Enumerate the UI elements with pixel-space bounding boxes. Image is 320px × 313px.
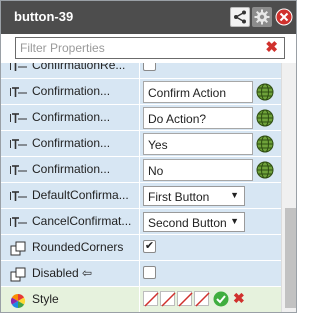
property-label: Confirmation... [32, 110, 111, 124]
text-property-icon [10, 63, 28, 73]
filter-properties-input[interactable] [20, 40, 260, 56]
color-wheel-icon [10, 293, 28, 309]
property-row: Disabled ⇦ [1, 261, 281, 287]
property-checkbox[interactable] [143, 266, 156, 279]
property-value: Second Button ▼ [141, 209, 281, 234]
close-panel-button[interactable] [274, 7, 294, 27]
property-list-scrollbar[interactable] [281, 63, 296, 312]
property-text-input[interactable]: Do Action? [143, 107, 253, 129]
property-row: Confirmation... Yes [1, 131, 281, 157]
property-text-input[interactable]: Yes [143, 133, 253, 155]
property-row: Confirmation... Do Action? [1, 105, 281, 131]
gear-icon [254, 9, 270, 25]
property-row: DefaultConfirma... First Button ▼ [1, 183, 281, 209]
property-label: DefaultConfirma... [32, 188, 129, 202]
property-value: ✔ [141, 235, 281, 260]
text-property-icon [10, 215, 28, 229]
property-row: CancelConfirmat... Second Button ▼ [1, 209, 281, 235]
column-divider [139, 79, 140, 104]
text-property-icon [10, 189, 28, 203]
style-swatch[interactable] [177, 291, 193, 307]
properties-panel: button-39 Filter Properties ✖ Confirmati… [0, 0, 297, 313]
property-checkbox[interactable]: ✔ [143, 240, 156, 253]
column-divider [139, 157, 140, 182]
property-label: Confirmation... [32, 162, 111, 176]
text-property-icon [10, 137, 28, 151]
property-value: Do Action? [141, 105, 281, 130]
property-label: Disabled ⇦ [32, 266, 93, 280]
column-divider [139, 131, 140, 156]
property-value: Yes [141, 131, 281, 156]
scrollbar-thumb[interactable] [285, 208, 296, 308]
style-swatch[interactable] [160, 291, 176, 307]
globe-icon[interactable] [256, 161, 274, 179]
column-divider [139, 261, 140, 286]
property-value: Confirm Action [141, 79, 281, 104]
apply-style-icon[interactable] [213, 291, 229, 307]
share-icon [234, 10, 246, 24]
property-label: Confirmation... [32, 136, 111, 150]
property-value [141, 261, 281, 286]
column-divider [139, 183, 140, 208]
property-row: ConfirmationRe... [1, 63, 281, 79]
text-property-icon [10, 163, 28, 177]
property-row: Confirmation... No [1, 157, 281, 183]
property-text-input[interactable]: No [143, 159, 253, 181]
globe-icon[interactable] [256, 109, 274, 127]
style-swatch[interactable] [194, 291, 210, 307]
clear-style-icon[interactable]: ✖ [233, 290, 245, 307]
property-value [141, 63, 281, 78]
chevron-down-icon: ▼ [230, 216, 239, 226]
text-property-icon [10, 111, 28, 125]
property-list: ConfirmationRe... Confirmation... Confirm … [1, 63, 281, 312]
property-select[interactable]: Second Button ▼ [143, 212, 245, 232]
property-select[interactable]: First Button ▼ [143, 186, 245, 206]
property-value: No [141, 157, 281, 182]
select-value: Second Button [148, 216, 227, 230]
column-divider [139, 235, 140, 260]
settings-button[interactable] [252, 7, 272, 27]
globe-icon[interactable] [256, 135, 274, 153]
column-divider [139, 209, 140, 234]
style-property-icon [10, 241, 28, 256]
property-label: CancelConfirmat... [32, 214, 132, 228]
clear-filter-icon[interactable]: ✖ [265, 40, 278, 56]
panel-title: button-39 [14, 9, 74, 24]
property-checkbox[interactable] [143, 63, 156, 71]
property-label: Style [32, 292, 59, 306]
property-text-input[interactable]: Confirm Action [143, 81, 253, 103]
text-property-icon [10, 85, 28, 99]
property-label: ConfirmationRe... [32, 63, 126, 72]
column-divider [139, 105, 140, 130]
property-label: RoundedCorners [32, 240, 124, 254]
property-row: RoundedCorners ✔ [1, 235, 281, 261]
select-value: First Button [148, 190, 210, 204]
property-label: Confirmation... [32, 84, 111, 98]
chevron-down-icon: ▼ [230, 190, 239, 200]
column-divider [139, 63, 140, 78]
style-property-icon [10, 267, 28, 282]
property-value: ✖ [141, 287, 281, 312]
filter-bar: ✖ [1, 34, 296, 63]
filter-box: ✖ [15, 37, 285, 59]
share-button[interactable] [230, 7, 250, 27]
property-value: First Button ▼ [141, 183, 281, 208]
property-row: Style ✖ [1, 287, 281, 312]
panel-titlebar: button-39 [1, 1, 296, 34]
style-swatch[interactable] [143, 291, 159, 307]
globe-icon[interactable] [256, 83, 274, 101]
close-icon [275, 8, 293, 26]
property-row: Confirmation... Confirm Action [1, 79, 281, 105]
column-divider [139, 287, 140, 312]
